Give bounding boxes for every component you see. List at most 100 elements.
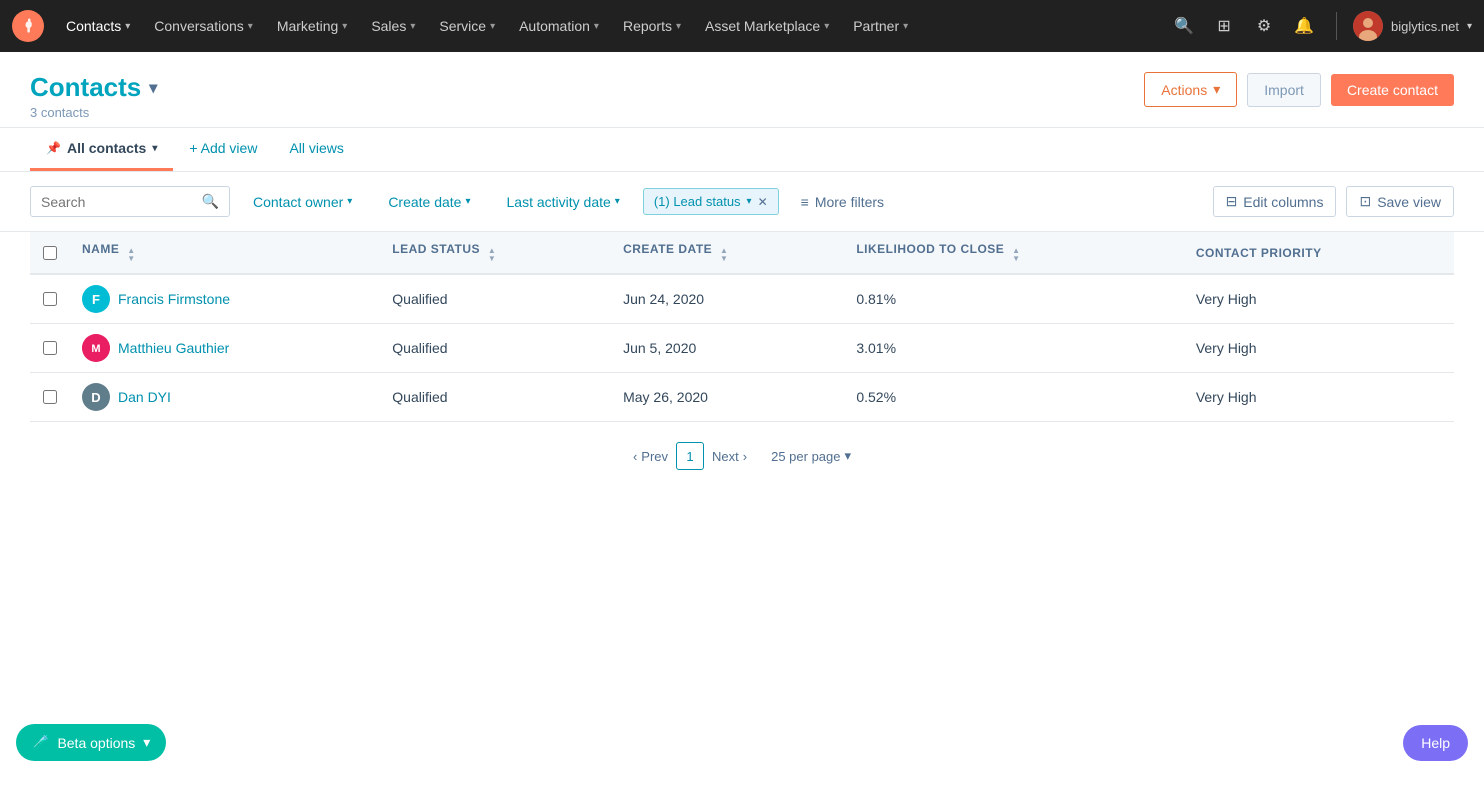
nav-conversations[interactable]: Conversations ▾	[142, 0, 265, 52]
nav-conversations-label: Conversations	[154, 18, 244, 34]
filter-bar: 🔍 Contact owner ▾ Create date ▾ Last act…	[0, 172, 1484, 232]
nav-items: Contacts ▾ Conversations ▾ Marketing ▾ S…	[54, 0, 1168, 52]
svg-text:M: M	[91, 343, 100, 355]
next-button[interactable]: Next ›	[712, 449, 747, 464]
chevron-icon: ▾	[615, 196, 620, 207]
tab-all-views[interactable]: All views	[273, 128, 359, 171]
row-name-cell: F Francis Firmstone	[70, 274, 380, 324]
col-priority[interactable]: CONTACT PRIORITY	[1184, 232, 1454, 274]
tab-all-views-label: All views	[289, 140, 343, 156]
beta-options-button[interactable]: 🧪 Beta options ▾	[16, 724, 166, 761]
table-row: M Matthieu Gauthier Qualified Jun 5, 202…	[30, 324, 1454, 373]
actions-button[interactable]: Actions ▾	[1144, 72, 1237, 107]
settings-button[interactable]: ⚙	[1248, 10, 1280, 42]
contact-name-link[interactable]: Francis Firmstone	[118, 291, 230, 307]
col-likelihood[interactable]: LIKELIHOOD TO CLOSE ▲▼	[844, 232, 1183, 274]
sort-icon: ▲▼	[127, 247, 135, 263]
col-lead-status[interactable]: LEAD STATUS ▲▼	[380, 232, 611, 274]
page-title-text: Contacts	[30, 72, 141, 103]
select-all-header	[30, 232, 70, 274]
nav-contacts[interactable]: Contacts ▾	[54, 0, 142, 52]
chevron-icon: ▾	[347, 196, 352, 207]
nav-partner-label: Partner	[853, 18, 899, 34]
page-title[interactable]: Contacts ▾	[30, 72, 157, 103]
chevron-icon: ▾	[676, 21, 681, 32]
nav-asset-marketplace[interactable]: Asset Marketplace ▾	[693, 0, 841, 52]
chevron-icon: ▾	[824, 21, 829, 32]
page-subtitle: 3 contacts	[30, 105, 157, 120]
col-name-label: NAME	[82, 242, 119, 256]
table-header-row: NAME ▲▼ LEAD STATUS ▲▼ CREATE DATE ▲▼ LI…	[30, 232, 1454, 274]
lead-status-close-icon[interactable]: ✕	[758, 195, 768, 209]
chevron-icon: ▾	[410, 21, 415, 32]
user-section[interactable]: biglytics.net ▾	[1353, 11, 1472, 41]
row-checkbox-cell	[30, 373, 70, 422]
nav-reports-label: Reports	[623, 18, 672, 34]
import-button[interactable]: Import	[1247, 73, 1321, 107]
nav-marketing[interactable]: Marketing ▾	[265, 0, 360, 52]
grid-button[interactable]: ⊞	[1208, 10, 1240, 42]
hubspot-logo[interactable]	[12, 10, 44, 42]
help-label: Help	[1421, 735, 1450, 751]
sort-icon: ▲▼	[488, 247, 496, 263]
select-all-checkbox[interactable]	[43, 246, 57, 260]
per-page-dropdown[interactable]: 25 per page ▾	[771, 448, 851, 464]
edit-columns-button[interactable]: ⊟ Edit columns	[1213, 186, 1337, 217]
nav-partner[interactable]: Partner ▾	[841, 0, 920, 52]
lead-status-label: (1) Lead status	[654, 194, 741, 209]
row-checkbox[interactable]	[43, 390, 57, 404]
beta-options-label: Beta options	[57, 735, 135, 751]
prev-button[interactable]: ‹ Prev	[633, 449, 668, 464]
row-priority: Very High	[1184, 274, 1454, 324]
contact-name-link[interactable]: Matthieu Gauthier	[118, 340, 229, 356]
col-name[interactable]: NAME ▲▼	[70, 232, 380, 274]
col-create-date[interactable]: CREATE DATE ▲▼	[611, 232, 844, 274]
more-filters-button[interactable]: ≡ More filters	[789, 188, 896, 216]
search-input[interactable]	[41, 194, 194, 210]
contact-owner-filter[interactable]: Contact owner ▾	[240, 187, 365, 217]
contact-name-link[interactable]: Dan DYI	[118, 389, 171, 405]
nav-right: 🔍 ⊞ ⚙ 🔔 biglytics.net ▾	[1168, 10, 1472, 42]
contact-owner-label: Contact owner	[253, 194, 343, 210]
beta-icon: 🧪	[32, 734, 49, 751]
row-checkbox[interactable]	[43, 292, 57, 306]
row-checkbox[interactable]	[43, 341, 57, 355]
nav-contacts-label: Contacts	[66, 18, 121, 34]
table-row: D Dan DYI Qualified May 26, 2020 0.52% V…	[30, 373, 1454, 422]
per-page-chevron-icon: ▾	[845, 448, 852, 464]
row-lead-status: Qualified	[380, 274, 611, 324]
row-create-date: Jun 5, 2020	[611, 324, 844, 373]
page-1-label: 1	[686, 449, 693, 464]
save-view-button[interactable]: ⊡ Save view	[1346, 186, 1454, 217]
row-likelihood: 3.01%	[844, 324, 1183, 373]
search-box[interactable]: 🔍	[30, 186, 230, 217]
nav-service[interactable]: Service ▾	[427, 0, 507, 52]
notifications-button[interactable]: 🔔	[1288, 10, 1320, 42]
nav-service-label: Service	[439, 18, 486, 34]
table-row: F Francis Firmstone Qualified Jun 24, 20…	[30, 274, 1454, 324]
nav-sales[interactable]: Sales ▾	[359, 0, 427, 52]
edit-columns-label: Edit columns	[1243, 194, 1323, 210]
tab-add-view[interactable]: + Add view	[173, 128, 273, 171]
actions-chevron-icon: ▾	[1213, 81, 1220, 98]
last-activity-filter[interactable]: Last activity date ▾	[494, 187, 633, 217]
create-date-filter[interactable]: Create date ▾	[375, 187, 483, 217]
nav-automation[interactable]: Automation ▾	[507, 0, 611, 52]
col-lead-status-label: LEAD STATUS	[392, 242, 480, 256]
row-likelihood: 0.81%	[844, 274, 1183, 324]
row-lead-status: Qualified	[380, 324, 611, 373]
help-button[interactable]: Help	[1403, 725, 1468, 761]
page-title-chevron: ▾	[149, 78, 157, 98]
lead-status-filter-tag[interactable]: (1) Lead status ▾ ✕	[643, 188, 779, 215]
chevron-icon: ▾	[594, 21, 599, 32]
nav-reports[interactable]: Reports ▾	[611, 0, 693, 52]
tab-all-contacts-label: All contacts	[67, 140, 146, 156]
row-lead-status: Qualified	[380, 373, 611, 422]
page-1-button[interactable]: 1	[676, 442, 704, 470]
next-label: Next	[712, 449, 739, 464]
create-contact-button[interactable]: Create contact	[1331, 74, 1454, 106]
contacts-table-container: NAME ▲▼ LEAD STATUS ▲▼ CREATE DATE ▲▼ LI…	[0, 232, 1484, 422]
search-button[interactable]: 🔍	[1168, 10, 1200, 42]
contact-avatar: M	[82, 334, 110, 362]
tab-all-contacts[interactable]: 📌 All contacts ▾	[30, 128, 173, 171]
